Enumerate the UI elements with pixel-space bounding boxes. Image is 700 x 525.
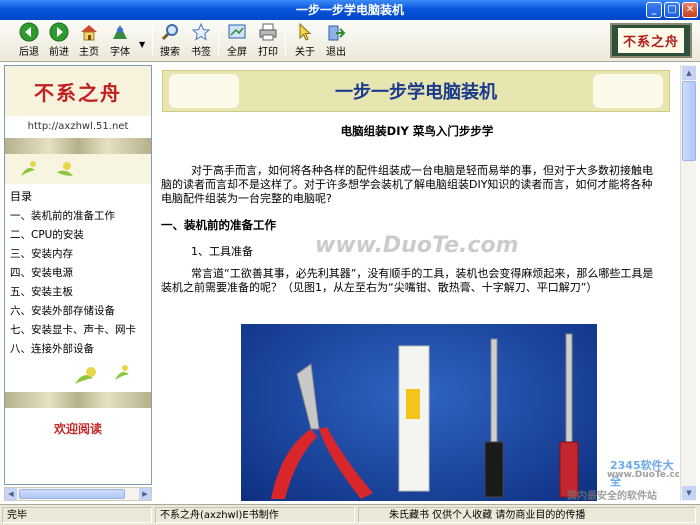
scroll-right-icon[interactable]: ▶ (139, 488, 151, 500)
print-button[interactable]: 打印 (253, 22, 283, 60)
corner-watermark-slogan: 国内最安全的软件站 (567, 491, 657, 501)
banner-title: 一步一步学电脑装机 (335, 82, 497, 103)
scroll-up-icon[interactable]: ▲ (682, 66, 696, 80)
decorative-band (5, 392, 151, 408)
sidebar-logo-text: 不系之舟 (34, 80, 122, 105)
bookmark-button[interactable]: 书签 (186, 22, 216, 60)
article-subtitle: 电脑组装DIY 菜鸟入门步步学 (340, 124, 494, 138)
status-author: 不系之舟(axzhwl)E书制作 (155, 507, 355, 523)
minimize-button[interactable]: _ (646, 2, 662, 18)
sidebar-logo: 不系之舟 (5, 66, 151, 116)
welcome-text: 欢迎阅读 (53, 422, 102, 436)
star-icon (191, 22, 211, 41)
title-bar: 一步一步学电脑装机 _ □ ✕ (0, 0, 700, 20)
subsection-heading: 1、工具准备 (191, 245, 253, 258)
sidebar-item-1[interactable]: 一、装机前的准备工作 (5, 206, 151, 225)
tools-photo (241, 324, 597, 501)
fullscreen-icon (228, 24, 246, 39)
window-title: 一步一步学电脑装机 (295, 3, 404, 17)
toolbar: 后退 前进 主页 字体 ▼ 搜索 书签 全屏 打印 关于 退出 不系之舟 (0, 20, 700, 62)
sidebar-item-4[interactable]: 四、安装电源 (5, 263, 151, 282)
maximize-button[interactable]: □ (664, 2, 680, 18)
exit-label: 退出 (326, 47, 346, 58)
scroll-left-icon[interactable]: ◀ (5, 488, 17, 500)
print-label: 打印 (258, 47, 278, 58)
status-bar: 完毕 不系之舟(axzhwl)E书制作 朱氏藏书 仅供个人收藏 请勿商业目的的传… (0, 504, 700, 525)
flower-decoration (5, 154, 151, 184)
brand-logo-text: 不系之舟 (617, 28, 684, 53)
corner-watermark-url: www.DuoTe.com (607, 470, 679, 480)
status-notice: 朱氏藏书 仅供个人收藏 请勿商业目的的传播 (358, 507, 696, 523)
sidebar-item-5[interactable]: 五、安装主板 (5, 282, 151, 301)
font-label: 字体 (110, 47, 130, 58)
tools-photo-drawing (271, 333, 579, 499)
sidebar-item-8[interactable]: 八、连接外部设备 (5, 339, 151, 358)
forward-arrow-icon (49, 22, 69, 42)
sidebar-horizontal-scrollbar[interactable]: ◀ ▶ (4, 487, 152, 501)
scroll-thumb[interactable] (19, 489, 125, 499)
content-vertical-scrollbar[interactable]: ▲ ▼ (680, 65, 696, 501)
brand-logo: 不系之舟 (610, 23, 692, 58)
menu-title: 目录 (10, 190, 32, 203)
center-watermark: www.DuoTe.com (315, 233, 519, 258)
section-heading: 一、装机前的准备工作 (161, 218, 276, 232)
intro-paragraph: 对于高手而言，如何将各种各样的配件组装成一台电脑是轻而易举的事，但对于大多数初接… (161, 164, 653, 205)
scroll-down-icon[interactable]: ▼ (682, 486, 696, 500)
font-dropdown-arrow-icon[interactable]: ▼ (139, 40, 145, 49)
flower-icon (75, 365, 129, 384)
tools-paragraph: 常言道“工欲善其事，必先利其器”，没有顺手的工具，装机也会变得麻烦起来，那么哪些… (161, 267, 654, 294)
home-icon (81, 25, 97, 41)
cursor-icon (299, 22, 312, 41)
status-text: 完毕 (2, 507, 152, 523)
back-arrow-icon (19, 22, 39, 42)
exit-button[interactable]: 退出 (321, 22, 351, 60)
printer-icon (259, 23, 277, 41)
exit-icon (328, 25, 346, 41)
close-button[interactable]: ✕ (682, 2, 698, 18)
sidebar-item-6[interactable]: 六、安装外部存储设备 (5, 301, 151, 320)
scroll-thumb[interactable] (682, 81, 696, 161)
window-controls: _ □ ✕ (646, 2, 698, 18)
font-button[interactable]: 字体 (105, 22, 135, 60)
font-icon (113, 25, 127, 39)
search-icon (161, 24, 178, 41)
site-url: http://axzhwl.51.net (5, 116, 151, 138)
content-pane: 一步一步学电脑装机 电脑组装DIY 菜鸟入门步步学 对于高手而言，如何将各种各样… (155, 65, 679, 501)
flower-decoration (5, 358, 151, 392)
sidebar-item-7[interactable]: 七、安装显卡、声卡、网卡 (5, 320, 151, 339)
decorative-band (5, 138, 151, 154)
sidebar: 不系之舟 http://axzhwl.51.net 目录 一、装机前的准备工作 … (4, 65, 152, 485)
flower-icon (21, 161, 73, 176)
sidebar-item-3[interactable]: 三、安装内存 (5, 244, 151, 263)
content-banner: 一步一步学电脑装机 (162, 70, 670, 112)
sidebar-item-2[interactable]: 二、CPU的安装 (5, 225, 151, 244)
